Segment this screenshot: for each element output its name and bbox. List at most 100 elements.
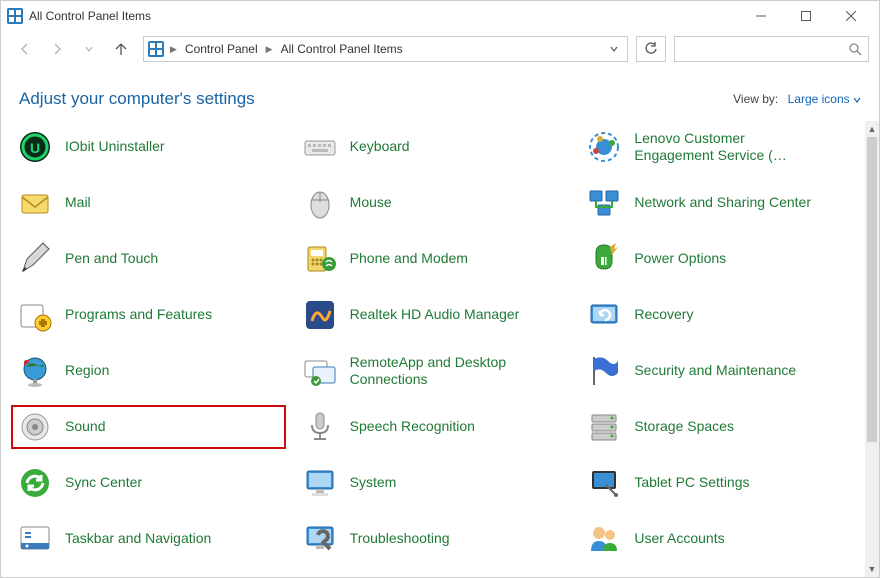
iobit-icon: U bbox=[17, 129, 53, 165]
cp-item-sound[interactable]: Sound bbox=[11, 405, 286, 449]
cp-item-phone-and-modem[interactable]: Phone and Modem bbox=[296, 237, 571, 281]
cp-item-label: Mail bbox=[65, 194, 91, 212]
search-input[interactable] bbox=[674, 36, 869, 62]
cp-item-label: IObit Uninstaller bbox=[65, 138, 165, 156]
window-title: All Control Panel Items bbox=[29, 9, 738, 23]
cp-item-windows-mobility-center[interactable]: Windows Mobility Center bbox=[296, 573, 571, 577]
refresh-button[interactable] bbox=[636, 36, 666, 62]
cp-item-recovery[interactable]: Recovery bbox=[580, 293, 855, 337]
chevron-down-icon[interactable] bbox=[609, 44, 619, 54]
cp-item-label: Keyboard bbox=[350, 138, 410, 156]
cp-item-pen-and-touch[interactable]: Pen and Touch bbox=[11, 237, 286, 281]
lenovo-icon bbox=[586, 129, 622, 165]
cp-item-label: Recovery bbox=[634, 306, 693, 324]
programs-icon bbox=[17, 297, 53, 333]
content-area: U IObit Uninstaller Keyboard Lenovo Custome… bbox=[1, 121, 865, 577]
mouse-icon bbox=[302, 185, 338, 221]
scrollbar-track[interactable] bbox=[865, 137, 879, 561]
cp-item-label: RemoteApp and Desktop Connections bbox=[350, 354, 530, 389]
remoteapp-icon bbox=[302, 353, 338, 389]
chevron-right-icon[interactable]: ▶ bbox=[168, 44, 179, 55]
breadcrumb-current[interactable]: All Control Panel Items bbox=[277, 42, 407, 56]
cp-item-label: Network and Sharing Center bbox=[634, 194, 811, 212]
cp-item-label: Storage Spaces bbox=[634, 418, 734, 436]
cp-item-network-and-sharing-center[interactable]: Network and Sharing Center bbox=[580, 181, 855, 225]
header-row: Adjust your computer's settings View by:… bbox=[1, 67, 879, 121]
taskbar-icon bbox=[17, 521, 53, 557]
cp-item-label: Troubleshooting bbox=[350, 530, 450, 548]
keyboard-icon bbox=[302, 129, 338, 165]
realtek-icon bbox=[302, 297, 338, 333]
cp-item-mail[interactable]: Mail bbox=[11, 181, 286, 225]
cp-item-label: Region bbox=[65, 362, 109, 380]
cp-item-tablet-pc-settings[interactable]: Tablet PC Settings bbox=[580, 461, 855, 505]
mail-icon bbox=[17, 185, 53, 221]
cp-item-programs-and-features[interactable]: Programs and Features bbox=[11, 293, 286, 337]
cp-item-label: Sync Center bbox=[65, 474, 142, 492]
up-button[interactable] bbox=[107, 35, 135, 63]
control-panel-icon bbox=[7, 8, 23, 24]
nav-controls bbox=[11, 35, 135, 63]
cp-item-user-accounts[interactable]: User Accounts bbox=[580, 517, 855, 561]
cp-item-security-and-maintenance[interactable]: Security and Maintenance bbox=[580, 349, 855, 393]
back-button[interactable] bbox=[11, 35, 39, 63]
minimize-button[interactable] bbox=[738, 2, 783, 30]
cp-item-iobit-uninstaller[interactable]: U IObit Uninstaller bbox=[11, 125, 286, 169]
cp-item-mouse[interactable]: Mouse bbox=[296, 181, 571, 225]
storage-icon bbox=[586, 409, 622, 445]
maximize-button[interactable] bbox=[783, 2, 828, 30]
scrollbar-thumb[interactable] bbox=[867, 137, 877, 442]
network-icon bbox=[586, 185, 622, 221]
scroll-up-icon[interactable]: ▲ bbox=[865, 121, 879, 137]
cp-item-keyboard[interactable]: Keyboard bbox=[296, 125, 571, 169]
forward-button[interactable] bbox=[43, 35, 71, 63]
cp-item-label: Programs and Features bbox=[65, 306, 212, 324]
speaker-icon bbox=[17, 409, 53, 445]
recovery-icon bbox=[586, 297, 622, 333]
system-icon bbox=[302, 465, 338, 501]
close-button[interactable] bbox=[828, 2, 873, 30]
scroll-down-icon[interactable]: ▼ bbox=[865, 561, 879, 577]
window-controls bbox=[738, 2, 873, 30]
cp-item-label: Pen and Touch bbox=[65, 250, 158, 268]
cp-item-lenovo-customer-engagement-service[interactable]: Lenovo Customer Engagement Service (… bbox=[580, 125, 855, 169]
address-bar[interactable]: ▶ Control Panel ▶ All Control Panel Item… bbox=[143, 36, 628, 62]
region-icon bbox=[17, 353, 53, 389]
breadcrumb-root[interactable]: Control Panel bbox=[181, 42, 262, 56]
cp-item-label: Realtek HD Audio Manager bbox=[350, 306, 520, 324]
troubleshoot-icon bbox=[302, 521, 338, 557]
items-grid: U IObit Uninstaller Keyboard Lenovo Custome… bbox=[11, 125, 855, 577]
cp-item-sync-center[interactable]: Sync Center bbox=[11, 461, 286, 505]
cp-item-remoteapp-and-desktop-connections[interactable]: RemoteApp and Desktop Connections bbox=[296, 349, 571, 393]
cp-item-label: Mouse bbox=[350, 194, 392, 212]
power-icon bbox=[586, 241, 622, 277]
cp-item-label: Lenovo Customer Engagement Service (… bbox=[634, 130, 814, 165]
page-title: Adjust your computer's settings bbox=[19, 89, 255, 109]
cp-item-speech-recognition[interactable]: Speech Recognition bbox=[296, 405, 571, 449]
cp-item-label: Phone and Modem bbox=[350, 250, 468, 268]
cp-item-power-options[interactable]: Power Options bbox=[580, 237, 855, 281]
cp-item-taskbar-and-navigation[interactable]: Taskbar and Navigation bbox=[11, 517, 286, 561]
view-by-value[interactable]: Large icons bbox=[788, 92, 861, 106]
sync-icon bbox=[17, 465, 53, 501]
cp-item-label: Sound bbox=[65, 418, 105, 436]
cp-item-storage-spaces[interactable]: Storage Spaces bbox=[580, 405, 855, 449]
chevron-right-icon[interactable]: ▶ bbox=[264, 44, 275, 55]
cp-item-label: Power Options bbox=[634, 250, 726, 268]
tablet-icon bbox=[586, 465, 622, 501]
cp-item-work-folders[interactable]: Work Folders bbox=[580, 573, 855, 577]
cp-item-label: System bbox=[350, 474, 397, 492]
cp-item-label: User Accounts bbox=[634, 530, 724, 548]
svg-text:U: U bbox=[30, 140, 40, 156]
cp-item-realtek-hd-audio-manager[interactable]: Realtek HD Audio Manager bbox=[296, 293, 571, 337]
breadcrumb: ▶ Control Panel ▶ All Control Panel Item… bbox=[168, 42, 605, 56]
cp-item-system[interactable]: System bbox=[296, 461, 571, 505]
cp-item-troubleshooting[interactable]: Troubleshooting bbox=[296, 517, 571, 561]
phone-icon bbox=[302, 241, 338, 277]
search-icon bbox=[848, 42, 862, 56]
cp-item-windows-defender-firewall[interactable]: Windows Defender Firewall bbox=[11, 573, 286, 577]
recent-dropdown[interactable] bbox=[75, 35, 103, 63]
vertical-scrollbar[interactable]: ▲ ▼ bbox=[865, 121, 879, 577]
cp-item-region[interactable]: Region bbox=[11, 349, 286, 393]
cp-item-label: Taskbar and Navigation bbox=[65, 530, 211, 548]
